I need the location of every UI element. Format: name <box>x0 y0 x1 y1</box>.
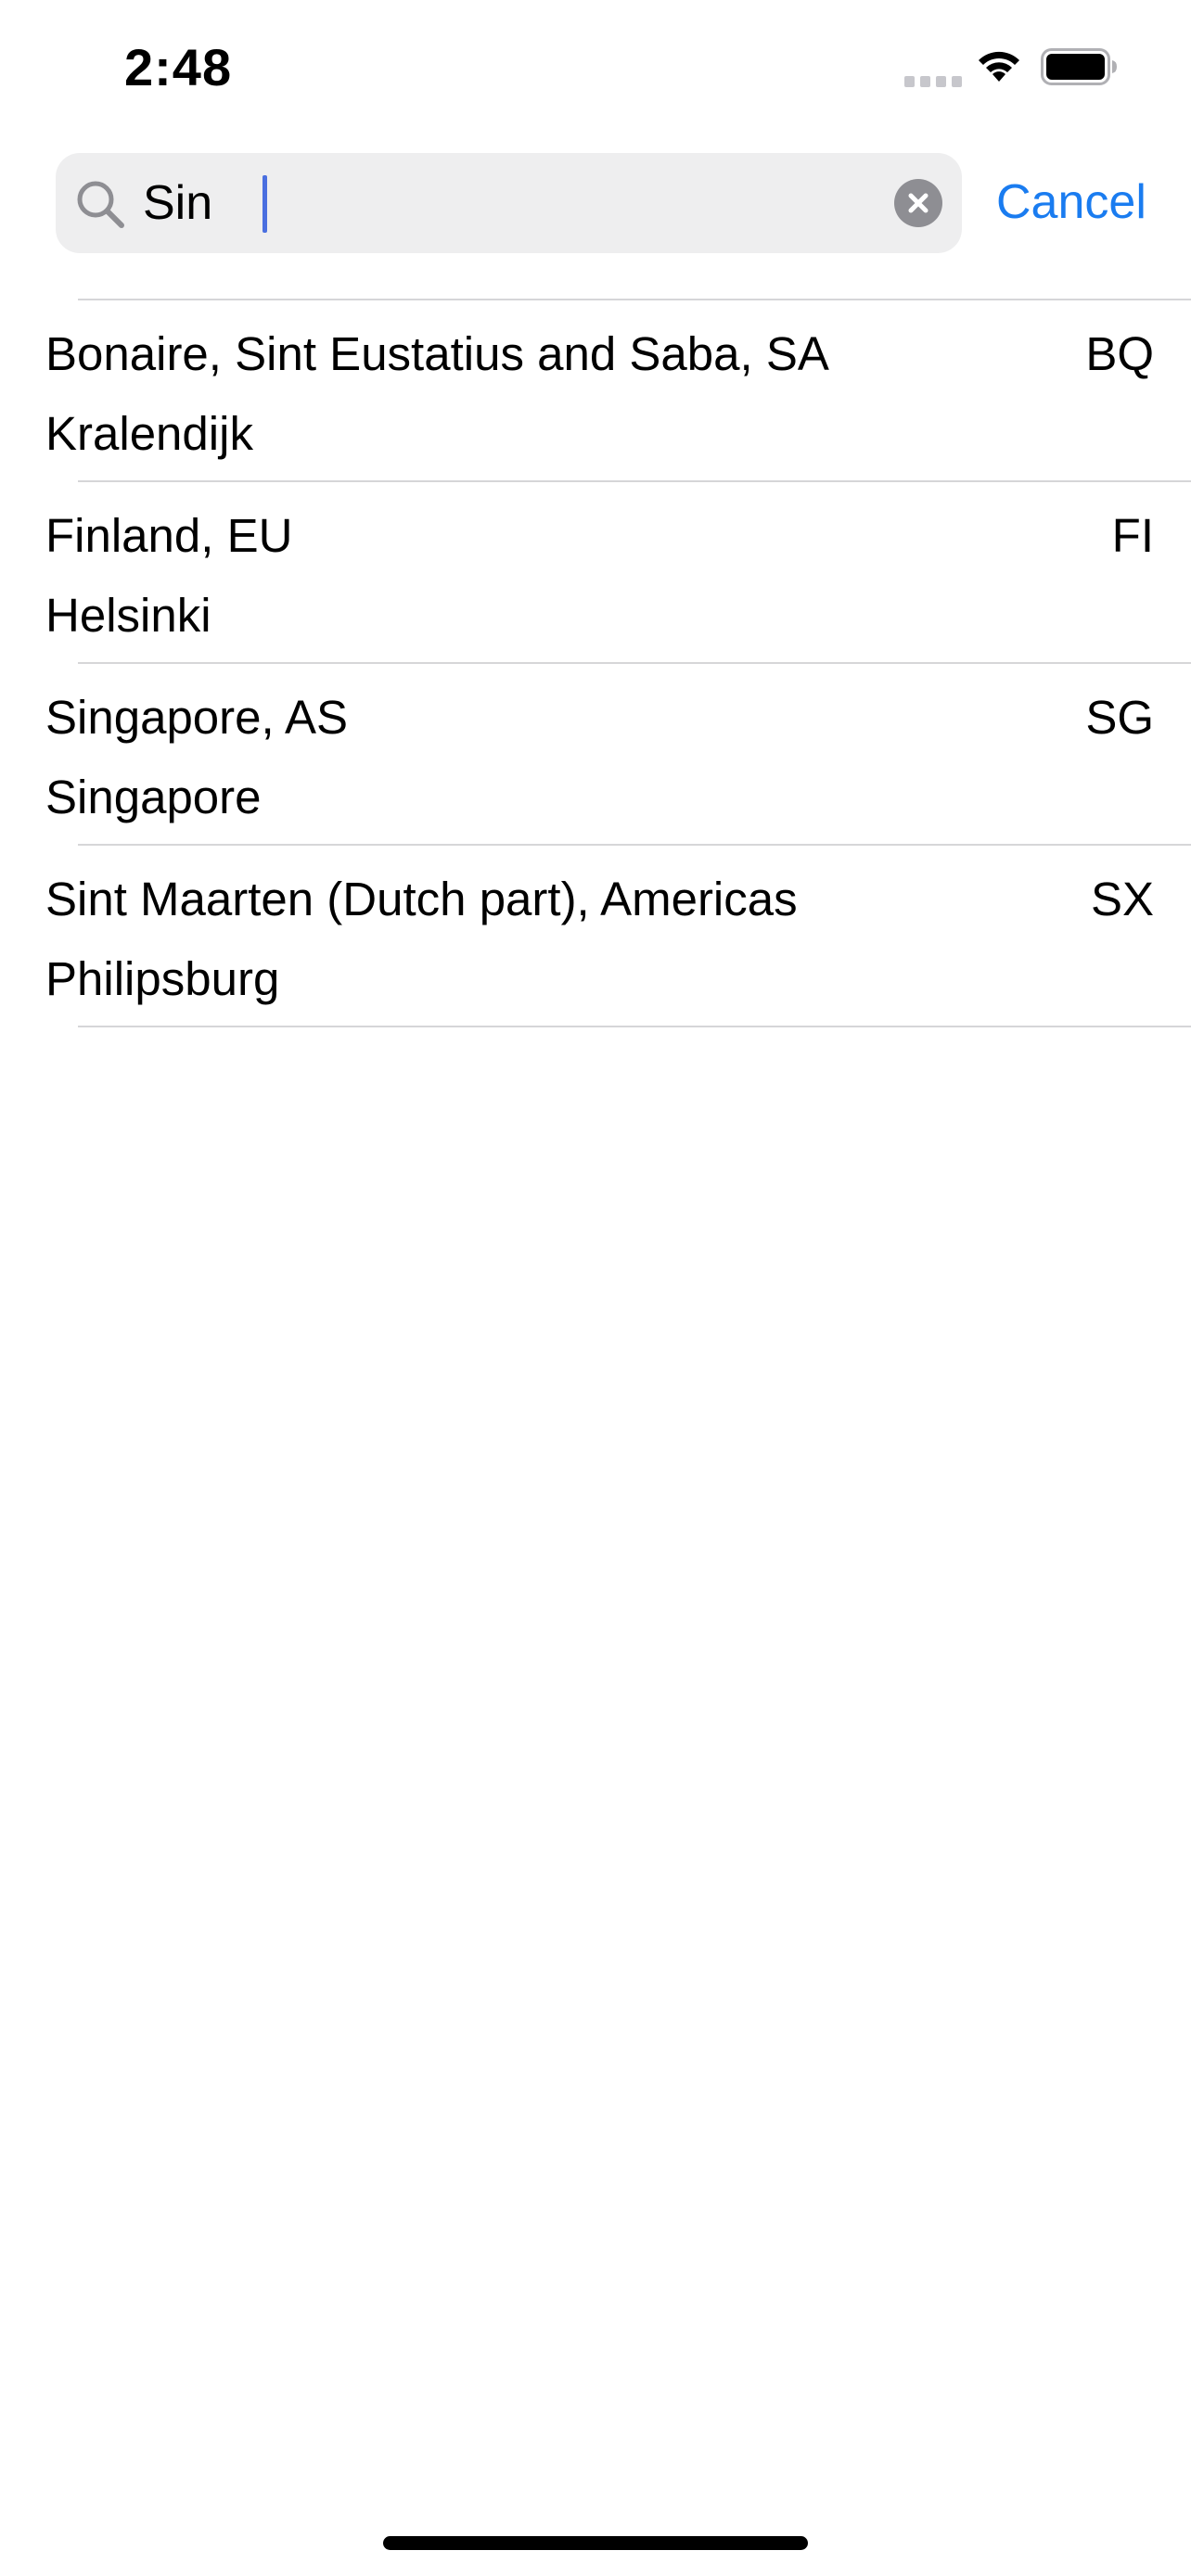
capital-name: Kralendijk <box>45 407 253 460</box>
country-name: Bonaire, Sint Eustatius and Saba, SA <box>45 327 829 380</box>
list-item[interactable]: Finland, EU FI Helsinki <box>0 482 1191 662</box>
list-separator <box>78 1026 1191 1027</box>
cancel-button[interactable]: Cancel <box>996 169 1146 236</box>
capital-name: Philipsburg <box>45 952 280 1005</box>
country-name: Finland, EU <box>45 509 293 562</box>
search-field[interactable] <box>56 153 962 253</box>
text-caret <box>263 175 267 233</box>
capital-name: Singapore <box>45 771 262 823</box>
country-code: SX <box>1090 873 1154 925</box>
country-name: Singapore, AS <box>45 691 349 744</box>
screen: 2:48 Sin Cancel Bonaire, Sint Eustatius … <box>0 0 1191 2576</box>
search-icon <box>77 181 124 228</box>
list-item[interactable]: Singapore, AS SG Singapore <box>0 664 1191 844</box>
cellular-signal-icon <box>904 76 962 87</box>
country-name: Sint Maarten (Dutch part), Americas <box>45 873 798 925</box>
battery-icon <box>1041 48 1117 85</box>
status-bar: 2:48 <box>0 0 1191 139</box>
wifi-icon <box>979 51 1019 82</box>
results-list: Bonaire, Sint Eustatius and Saba, SA BQ … <box>0 299 1191 1027</box>
country-code: FI <box>1111 509 1154 562</box>
clear-search-button[interactable] <box>894 179 942 227</box>
status-time: 2:48 <box>124 38 233 96</box>
capital-name: Helsinki <box>45 589 211 642</box>
country-code: SG <box>1085 691 1154 744</box>
list-item[interactable]: Bonaire, Sint Eustatius and Saba, SA BQ … <box>0 300 1191 480</box>
clear-icon <box>908 193 928 213</box>
search-input[interactable] <box>143 166 866 240</box>
list-item[interactable]: Sint Maarten (Dutch part), Americas SX P… <box>0 846 1191 1026</box>
home-indicator[interactable] <box>383 2536 808 2550</box>
country-code: BQ <box>1085 327 1154 380</box>
